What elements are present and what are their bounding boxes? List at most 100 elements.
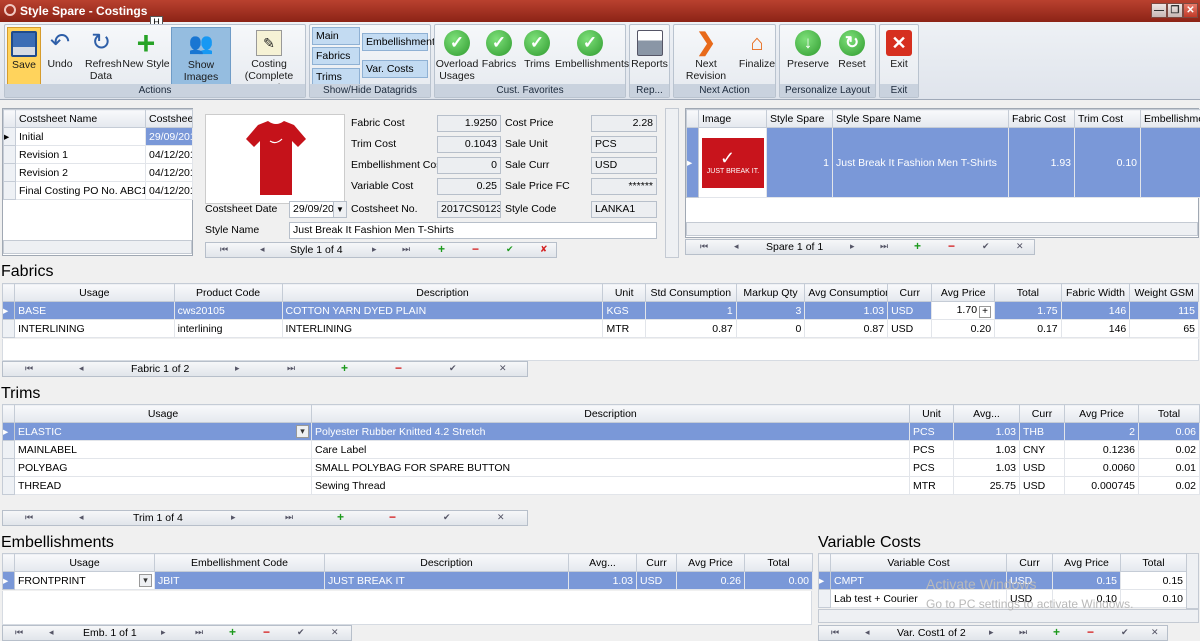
col-header[interactable]: Weight GSM: [1129, 283, 1199, 302]
table-cell[interactable]: INTERLINING: [281, 319, 604, 338]
costsheet-date-field[interactable]: 29/09/20: [289, 201, 339, 218]
last-record-icon[interactable]: ⏭: [402, 244, 410, 255]
last-record-icon[interactable]: ⏭: [880, 241, 888, 252]
first-record-icon[interactable]: ⏮: [700, 241, 708, 252]
first-record-icon[interactable]: ⏮: [15, 627, 23, 638]
variable-cost-field[interactable]: 0.25: [437, 178, 501, 195]
add-record-icon[interactable]: +: [337, 510, 344, 524]
delete-record-icon[interactable]: −: [472, 242, 479, 256]
costsheet-no-field[interactable]: 2017CS0123: [437, 201, 501, 218]
next-record-icon[interactable]: ▸: [372, 244, 377, 255]
main-data-toggle[interactable]: Main Data: [312, 27, 360, 59]
vertical-scrollbar[interactable]: [1186, 553, 1199, 609]
table-cell[interactable]: KGS: [602, 301, 646, 320]
fav-trims-button[interactable]: ✓ Trims: [521, 27, 553, 85]
table-cell[interactable]: 0.20: [931, 319, 996, 338]
col-header[interactable]: Usage: [14, 404, 312, 423]
sale-curr-field[interactable]: USD: [591, 157, 657, 174]
style-code-field[interactable]: LANKA1: [591, 201, 657, 218]
vertical-scrollbar[interactable]: [665, 108, 679, 258]
table-cell[interactable]: 0.15: [1120, 571, 1187, 590]
last-record-icon[interactable]: ⏭: [285, 512, 293, 523]
col-header[interactable]: Style Spare: [766, 109, 833, 128]
table-cell[interactable]: POLYBAG: [14, 458, 312, 477]
prev-record-icon[interactable]: ◂: [734, 241, 739, 252]
col-header[interactable]: Description: [281, 283, 604, 302]
prev-record-icon[interactable]: ◂: [260, 244, 265, 255]
cancel-icon[interactable]: ✕: [1016, 241, 1024, 252]
table-cell[interactable]: 1.03: [953, 422, 1020, 441]
table-cell[interactable]: 115: [1129, 301, 1199, 320]
fav-fabrics-button[interactable]: ✓ Fabrics: [481, 27, 517, 85]
table-cell[interactable]: THB: [1019, 422, 1065, 441]
table-cell[interactable]: interlining: [173, 319, 283, 338]
col-header[interactable]: Product Code: [173, 283, 283, 302]
trim-cost-field[interactable]: 0.1043: [437, 136, 501, 153]
expand-plus-icon[interactable]: +: [979, 305, 992, 318]
reset-button[interactable]: ↻ Reset: [832, 27, 872, 85]
table-row[interactable]: Revision 1 04/12/201: [3, 145, 193, 164]
confirm-icon[interactable]: ✔: [982, 241, 990, 252]
next-record-icon[interactable]: ▸: [989, 627, 994, 638]
table-cell[interactable]: MTR: [909, 476, 954, 495]
next-revision-button[interactable]: ❯ Next Revision: [675, 27, 737, 85]
table-cell[interactable]: USD: [887, 319, 933, 338]
col-header[interactable]: Total: [744, 553, 813, 572]
table-cell[interactable]: 1.75: [994, 301, 1062, 320]
restore-button[interactable]: ❐: [1167, 3, 1183, 18]
col-header[interactable]: Curr: [1019, 404, 1065, 423]
table-cell[interactable]: INTERLINING: [14, 319, 175, 338]
col-header[interactable]: Curr: [636, 553, 677, 572]
table-cell[interactable]: JBIT: [154, 571, 325, 590]
table-row[interactable]: Final Costing PO No. ABC123 04/12/201: [3, 181, 193, 200]
table-cell[interactable]: Care Label: [311, 440, 910, 459]
table-cell[interactable]: 0.87: [804, 319, 889, 338]
table-row[interactable]: ▸ FRONTPRINT ▾ JBIT JUST BREAK IT 1.03 USD 0.26…: [2, 571, 813, 590]
table-cell[interactable]: 3: [735, 301, 806, 320]
next-record-icon[interactable]: ▸: [161, 627, 166, 638]
close-window-button[interactable]: ✕: [1183, 3, 1198, 18]
col-header[interactable]: Unit: [909, 404, 954, 423]
col-header[interactable]: Markup Qty: [735, 283, 806, 302]
cancel-icon[interactable]: ✕: [1151, 627, 1159, 638]
table-row[interactable]: POLYBAG SMALL POLYBAG FOR SPARE BUTTON PCS…: [2, 458, 1200, 477]
confirm-icon[interactable]: ✔: [443, 512, 451, 523]
prev-record-icon[interactable]: ◂: [79, 363, 84, 374]
col-header[interactable]: Avg Consumption: [804, 283, 889, 302]
horizontal-scrollbar[interactable]: [686, 222, 1198, 236]
table-cell[interactable]: USD: [887, 301, 933, 320]
table-cell[interactable]: USD: [1019, 476, 1065, 495]
table-cell[interactable]: 0.02: [1138, 440, 1200, 459]
add-record-icon[interactable]: +: [229, 625, 236, 639]
table-row[interactable]: MAINLABEL Care Label PCS 1.03 CNY 0.1236 0.02: [2, 440, 1200, 459]
undo-button[interactable]: ↶ Undo: [45, 27, 75, 85]
prev-record-icon[interactable]: ◂: [49, 627, 54, 638]
overload-usages-button[interactable]: ✓ Overload Usages: [435, 27, 479, 85]
table-cell[interactable]: Polyester Rubber Knitted 4.2 Stretch: [311, 422, 910, 441]
cancel-icon[interactable]: ✘: [540, 244, 548, 255]
dropdown-icon[interactable]: ▾: [296, 425, 309, 438]
table-cell[interactable]: SMALL POLYBAG FOR SPARE BUTTON: [311, 458, 910, 477]
add-record-icon[interactable]: +: [1053, 625, 1060, 639]
col-header[interactable]: Style Spare Name: [832, 109, 1009, 128]
table-cell[interactable]: PCS: [909, 440, 954, 459]
table-cell[interactable]: 65: [1129, 319, 1199, 338]
cost-price-field[interactable]: 2.28: [591, 115, 657, 132]
table-cell[interactable]: MTR: [602, 319, 646, 338]
table-cell[interactable]: 1.03: [953, 458, 1020, 477]
prev-record-icon[interactable]: ◂: [865, 627, 870, 638]
col-header[interactable]: Std Consumption: [644, 283, 737, 302]
next-record-icon[interactable]: ▸: [231, 512, 236, 523]
exit-button[interactable]: ✕ Exit: [881, 27, 917, 85]
col-header[interactable]: Embellishmen: [1140, 109, 1200, 128]
table-row[interactable]: ▸ ✓ JUST BREAK IT. 1 Just Break It Fashi…: [686, 127, 1200, 198]
save-button[interactable]: Save: [7, 27, 41, 85]
add-record-icon[interactable]: +: [438, 242, 445, 256]
col-header[interactable]: Usage: [14, 553, 155, 572]
table-cell[interactable]: 2: [1064, 422, 1139, 441]
table-cell[interactable]: 0.01: [1138, 458, 1200, 477]
add-record-icon[interactable]: +: [914, 239, 921, 253]
col-header[interactable]: Variable Cost: [830, 553, 1007, 572]
table-cell[interactable]: 0: [735, 319, 806, 338]
next-record-icon[interactable]: ▸: [850, 241, 855, 252]
